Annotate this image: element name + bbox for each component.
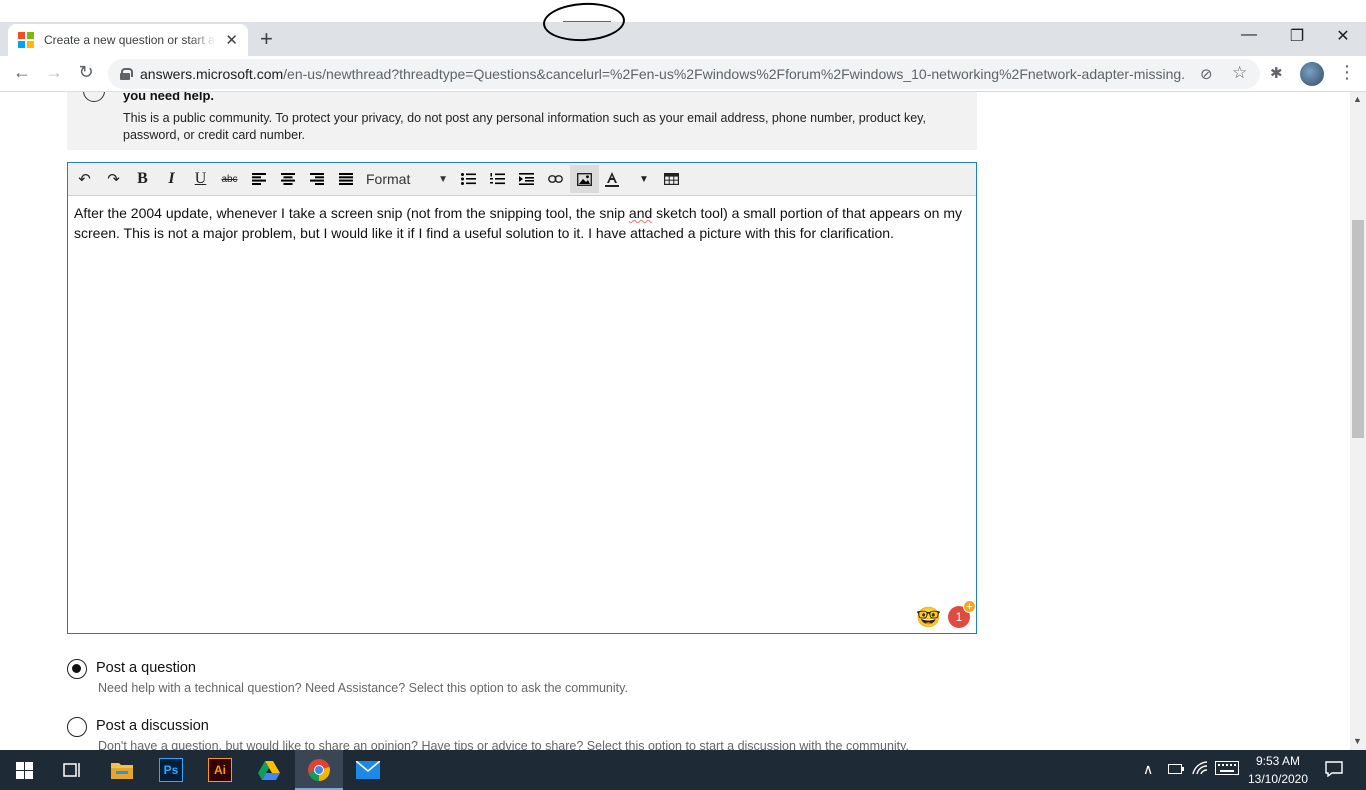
radio-post-question[interactable]: [67, 659, 87, 679]
chevron-up-icon[interactable]: ∧: [1143, 761, 1153, 778]
bookmark-star-icon[interactable]: ☆: [1232, 63, 1247, 83]
windows-logo-icon: [15, 761, 33, 779]
photoshop-button[interactable]: Ps: [147, 750, 195, 790]
microsoft-logo-icon: [18, 32, 34, 48]
page-content: you need help. This is a public communit…: [0, 92, 1350, 750]
url-host: answers.microsoft.com: [140, 66, 284, 82]
align-left-icon[interactable]: [244, 165, 273, 193]
underline-button[interactable]: U: [186, 165, 215, 193]
close-window-button[interactable]: ✕: [1328, 26, 1358, 46]
info-icon: [83, 92, 105, 102]
profile-avatar[interactable]: [1300, 62, 1324, 86]
format-dropdown[interactable]: Format ▼: [360, 165, 454, 193]
google-drive-button[interactable]: [245, 750, 293, 790]
numbered-list-icon[interactable]: [483, 165, 512, 193]
redo-icon[interactable]: ↷: [99, 165, 128, 193]
bullet-list-icon[interactable]: [454, 165, 483, 193]
reload-icon[interactable]: ↻: [74, 62, 98, 83]
notice-heading: you need help.: [123, 92, 215, 103]
bold-button[interactable]: B: [128, 165, 157, 193]
page-scrollbar[interactable]: ▲ ▼: [1350, 92, 1366, 750]
tab-close-icon[interactable]: ✕: [225, 31, 238, 49]
format-label: Format: [366, 171, 411, 187]
scroll-thumb[interactable]: [1352, 220, 1364, 438]
italic-button[interactable]: I: [157, 165, 186, 193]
mail-icon: [356, 761, 380, 779]
clock-time[interactable]: 9:53 AM: [1250, 754, 1306, 768]
task-view-button[interactable]: [48, 750, 96, 790]
font-color-icon: [605, 171, 619, 187]
table-icon[interactable]: [657, 165, 686, 193]
radio-post-discussion[interactable]: [67, 717, 87, 737]
notice-body: This is a public community. To protect y…: [123, 111, 926, 142]
misspelled-word: and: [628, 205, 653, 221]
title-bar-strip: [0, 0, 1366, 22]
back-icon[interactable]: ←: [10, 62, 34, 83]
battery-icon[interactable]: [1168, 761, 1184, 777]
illustrator-button[interactable]: Ai: [196, 750, 244, 790]
new-tab-button[interactable]: +: [260, 26, 273, 52]
photoshop-icon: Ps: [159, 758, 183, 782]
emoji-icon[interactable]: 🤓: [916, 605, 941, 630]
browser-toolbar: ← → ↻ answers.microsoft.com/en-us/newthr…: [0, 56, 1366, 92]
start-button[interactable]: [0, 750, 48, 790]
editor-toolbar: ↶ ↷ B I U abc Format ▼ ▼: [68, 163, 976, 196]
minimize-button[interactable]: —: [1234, 26, 1264, 44]
restore-button[interactable]: ❐: [1282, 26, 1312, 46]
font-color-button[interactable]: ▼: [599, 165, 657, 193]
rich-text-editor: ↶ ↷ B I U abc Format ▼ ▼ After the 2004 …: [67, 162, 977, 634]
folder-icon: [111, 763, 133, 779]
align-right-icon[interactable]: [302, 165, 331, 193]
radio-description: Don't have a question, but would like to…: [98, 739, 909, 750]
lock-icon[interactable]: [120, 68, 133, 80]
chevron-down-icon: ▼: [639, 173, 649, 185]
illustrator-icon: Ai: [208, 758, 232, 782]
tab-strip: Create a new question or start a discuss…: [0, 22, 1366, 56]
chevron-down-icon: ▼: [438, 173, 448, 185]
address-bar[interactable]: answers.microsoft.com/en-us/newthread?th…: [108, 59, 1260, 89]
body-text-1: After the 2004 update, whenever I take a…: [74, 205, 629, 221]
link-icon[interactable]: [541, 165, 570, 193]
url-path: /en-us/newthread?threadtype=Questions&ca…: [283, 66, 1185, 82]
scroll-down-icon[interactable]: ▼: [1353, 736, 1362, 746]
task-view-icon: [63, 763, 80, 777]
tab-title: Create a new question or start a discuss…: [44, 33, 216, 47]
notification-center-icon[interactable]: [1325, 761, 1343, 780]
align-center-icon[interactable]: [273, 165, 302, 193]
undo-icon[interactable]: ↶: [70, 165, 99, 193]
radio-label: Post a question: [96, 660, 196, 676]
browser-tab[interactable]: Create a new question or start a discuss…: [8, 24, 248, 56]
radio-description: Need help with a technical question? Nee…: [98, 681, 628, 695]
mail-button[interactable]: [344, 750, 392, 790]
plus-icon: +: [963, 600, 976, 613]
chrome-button[interactable]: [295, 750, 343, 790]
strikethrough-button[interactable]: abc: [215, 165, 244, 193]
eye-slash-icon[interactable]: ⊘: [1200, 65, 1213, 83]
justify-icon[interactable]: [331, 165, 360, 193]
keyboard-icon[interactable]: [1215, 761, 1239, 778]
file-explorer-button[interactable]: [98, 750, 146, 790]
extensions-puzzle-icon[interactable]: ✱: [1270, 64, 1283, 82]
chrome-icon: [308, 759, 330, 781]
image-icon[interactable]: [570, 165, 599, 193]
indent-icon[interactable]: [512, 165, 541, 193]
wifi-icon[interactable]: [1192, 761, 1208, 778]
radio-label: Post a discussion: [96, 718, 209, 734]
url-text[interactable]: answers.microsoft.com/en-us/newthread?th…: [140, 66, 1185, 82]
more-menu-icon[interactable]: ⋮: [1338, 62, 1356, 83]
editor-body[interactable]: After the 2004 update, whenever I take a…: [68, 196, 976, 250]
privacy-notice: you need help. This is a public communit…: [67, 92, 977, 150]
clock-date[interactable]: 13/10/2020: [1244, 772, 1312, 786]
scroll-up-icon[interactable]: ▲: [1353, 94, 1362, 104]
google-drive-icon: [258, 760, 280, 780]
windows-taskbar: Ps Ai ∧ 9:53 AM 13/10/2020: [0, 750, 1366, 790]
forward-icon[interactable]: →: [42, 62, 66, 83]
